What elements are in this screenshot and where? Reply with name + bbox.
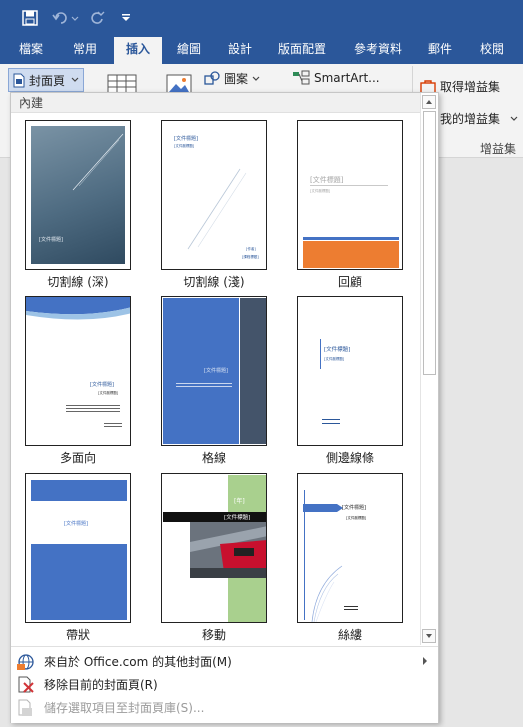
shapes-icon <box>204 71 220 86</box>
cover-label: 多面向 <box>59 451 96 465</box>
accent-band-orange <box>303 241 399 268</box>
save-selection-icon <box>16 699 36 717</box>
shapes-label: 圖案 <box>224 72 249 86</box>
tab-review[interactable]: 校閱 <box>470 37 514 64</box>
cover-year-text: [年] <box>234 498 245 505</box>
cover-thumbnail: [文件標題] <box>31 126 125 264</box>
cover-author-text: [作者] <box>246 247 256 251</box>
undo-icon[interactable] <box>50 8 82 28</box>
abstract-text-lines <box>66 405 120 413</box>
scroll-down-button[interactable] <box>422 629 436 643</box>
cover-page-button[interactable]: 封面頁 <box>8 68 84 92</box>
cover-course-text: [課程標題] <box>242 255 259 259</box>
table-icon[interactable] <box>107 74 137 94</box>
get-addins-label: 取得增益集 <box>440 80 501 94</box>
cover-item-facet[interactable]: [文件標題] [文件副標題] <box>25 296 131 446</box>
cover-label: 絲縷 <box>337 628 362 642</box>
gallery-scrollbar[interactable] <box>420 93 438 645</box>
chevron-down-icon <box>252 76 260 82</box>
cover-page-gallery: 內建 [文件標題] 切割線 (深) [文件標題] [文件副標題] [作者] [課… <box>10 92 439 723</box>
ribbon-tabs: 檔案 常用 插入 繪圖 設計 版面配置 參考資料 郵件 校閱 <box>0 37 523 64</box>
tab-layout[interactable]: 版面配置 <box>270 37 334 64</box>
tab-design[interactable]: 設計 <box>218 37 262 64</box>
my-addins-button[interactable]: 我的增益集 <box>440 110 518 127</box>
side-line <box>320 339 321 369</box>
menu-item-save-selection[interactable]: 儲存選取項目至封面頁庫(S)... <box>11 696 438 719</box>
cover-item-sideline[interactable]: [文件標題] [文件副標題] <box>297 296 403 446</box>
tab-draw[interactable]: 繪圖 <box>166 37 212 64</box>
cover-title-text: [文件標題] <box>224 515 251 521</box>
train-photo <box>190 522 266 578</box>
redo-icon[interactable] <box>86 8 108 28</box>
chevron-down-icon <box>71 77 79 83</box>
cover-label: 移動 <box>201 628 226 642</box>
tab-home[interactable]: 常用 <box>62 37 108 64</box>
chevron-down-icon <box>510 116 518 122</box>
author-lines <box>104 423 122 429</box>
cover-title-text: [文件標題] <box>90 382 114 388</box>
title-bar <box>0 0 523 37</box>
chevron-right-icon <box>422 657 428 665</box>
cover-item-banded[interactable]: [文件標題] <box>25 473 131 623</box>
cover-item-retrospect[interactable]: [文件標題] [文件副標題] <box>297 120 403 270</box>
office-covers-icon <box>16 653 36 671</box>
cover-page-icon <box>13 73 25 88</box>
band-top <box>31 480 127 501</box>
tab-file[interactable]: 檔案 <box>8 37 54 64</box>
tab-mailings[interactable]: 郵件 <box>418 37 462 64</box>
cover-label: 切割線 (淺) <box>183 275 245 289</box>
section-header-builtin: 內建 <box>11 93 420 113</box>
cover-item-slice-dark[interactable]: [文件標題] <box>25 120 131 270</box>
cover-item-slice-light[interactable]: [文件標題] [文件副標題] [作者] [課程標題] <box>161 120 267 270</box>
cover-subtitle-text: [文件副標題] <box>324 357 345 361</box>
band-bottom <box>31 544 127 620</box>
remove-cover-icon <box>16 676 36 694</box>
cover-title-text: [文件標題] <box>310 176 344 184</box>
scroll-thumb[interactable] <box>423 111 436 375</box>
my-addins-label: 我的增益集 <box>440 112 501 126</box>
menu-item-remove-cover[interactable]: 移除目前的封面頁(R) <box>11 673 438 696</box>
cover-item-motion[interactable]: [年] [文件標題] <box>161 473 267 623</box>
menu-item-more-covers[interactable]: 來自於 Office.com 的其他封面(M) <box>11 650 438 673</box>
customize-qat-icon[interactable] <box>116 8 136 28</box>
cover-subtitle-text: [文件副標題] <box>310 189 331 193</box>
menu-item-label: 來自於 Office.com 的其他封面(M) <box>44 655 232 669</box>
shapes-button[interactable]: 圖案 <box>204 70 260 87</box>
cover-title-text: [文件標題] <box>324 347 351 353</box>
addins-group-label: 增益集 <box>480 142 517 156</box>
cover-title-text: [文件標題] <box>64 521 88 527</box>
smartart-icon <box>292 70 310 85</box>
cover-label: 帶狀 <box>65 628 90 642</box>
cover-label: 回顧 <box>337 275 362 289</box>
save-icon[interactable] <box>18 8 42 28</box>
author-lines <box>322 419 340 424</box>
abstract-text-lines <box>176 383 232 387</box>
cover-title-text: [文件標題] <box>39 237 63 243</box>
smartart-label: SmartArt... <box>314 70 380 85</box>
tab-references[interactable]: 參考資料 <box>346 37 410 64</box>
tab-insert[interactable]: 插入 <box>114 37 162 64</box>
menu-item-label: 移除目前的封面頁(R) <box>44 678 158 692</box>
menu-item-label: 儲存選取項目至封面頁庫(S)... <box>44 701 205 715</box>
facet-header-graphic <box>26 297 130 320</box>
cover-item-grid[interactable]: [文件標題] <box>161 296 267 446</box>
divider-line <box>310 185 388 186</box>
accent-band-blue <box>303 237 399 240</box>
wisp-lines-graphic <box>311 565 343 622</box>
cover-subtitle-text: [文件副標題] <box>98 391 119 395</box>
grid-dark-strip <box>240 298 266 444</box>
cover-label: 側邊線條 <box>325 451 374 465</box>
cover-page-label: 封面頁 <box>29 73 66 88</box>
cover-title-text: [文件標題] <box>204 368 228 374</box>
smartart-button[interactable]: SmartArt... <box>292 70 380 85</box>
gallery-menu: 來自於 Office.com 的其他封面(M) 移除目前的封面頁(R) 儲存選取… <box>11 646 438 723</box>
cover-label: 格線 <box>201 451 226 465</box>
cover-item-wisp[interactable]: [文件標題] [文件副標題] <box>297 473 403 623</box>
scroll-up-button[interactable] <box>422 95 436 109</box>
title-bar-band <box>163 512 266 522</box>
cover-label: 切割線 (深) <box>47 275 109 289</box>
author-lines <box>344 606 358 610</box>
